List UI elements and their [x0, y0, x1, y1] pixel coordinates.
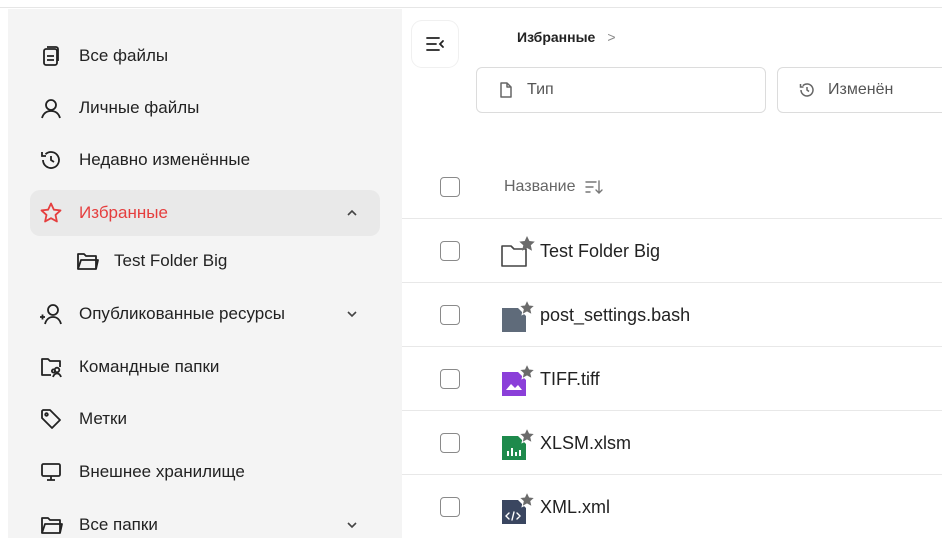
folder-open-icon — [38, 512, 64, 538]
row-checkbox[interactable] — [440, 305, 460, 325]
sidebar-item-label: Все папки — [79, 515, 158, 534]
modified-filter-button[interactable]: Изменён — [777, 67, 942, 113]
table-row[interactable]: XML.xml — [402, 476, 942, 538]
sidebar-item-test-folder-big[interactable]: Test Folder Big — [30, 238, 380, 284]
row-checkbox[interactable] — [440, 241, 460, 261]
share-user-icon — [38, 301, 64, 327]
file-name[interactable]: XML.xml — [540, 497, 610, 518]
sidebar-item-label: Недавно изменённые — [79, 150, 251, 169]
sidebar-item-label: Метки — [79, 409, 127, 428]
folder-icon — [501, 236, 535, 267]
sidebar-item-label: Test Folder Big — [114, 251, 228, 270]
row-checkbox[interactable] — [440, 433, 460, 453]
sidebar-item-recent[interactable]: Недавно изменённые — [30, 137, 380, 183]
sidebar-item-tags[interactable]: Метки — [30, 396, 380, 442]
file-name[interactable]: XLSM.xlsm — [540, 433, 631, 454]
main-content: Избранные > Тип Изменён Название Test Fo… — [402, 9, 942, 538]
sidebar-item-label: Личные файлы — [79, 98, 200, 117]
sidebar-item-favorites[interactable]: Избранные — [30, 190, 380, 236]
sidebar-item-external-storage[interactable]: Внешнее хранилище — [30, 449, 380, 495]
menu-collapse-icon — [426, 37, 444, 51]
monitor-icon — [38, 459, 64, 485]
folder-icon — [74, 248, 100, 274]
sidebar-item-all-files[interactable]: Все файлы — [30, 33, 380, 79]
row-checkbox[interactable] — [440, 369, 460, 389]
spreadsheet-file-icon — [502, 426, 536, 460]
sidebar-item-published[interactable]: Опубликованные ресурсы — [30, 291, 380, 337]
breadcrumb-current[interactable]: Избранные — [517, 29, 595, 45]
table-header: Название — [402, 159, 942, 219]
select-all-checkbox[interactable] — [440, 177, 460, 197]
table-row[interactable]: post_settings.bash — [402, 284, 942, 347]
star-icon — [38, 200, 64, 226]
file-icon — [500, 82, 512, 98]
modified-filter-label: Изменён — [828, 81, 894, 98]
table-row[interactable]: Test Folder Big — [402, 220, 942, 283]
type-filter-label: Тип — [527, 81, 554, 98]
sidebar: Все файлы Личные файлы Недавно изменённы… — [8, 9, 402, 538]
top-border — [0, 0, 942, 8]
files-icon — [38, 43, 64, 69]
toggle-sidebar-button[interactable] — [412, 21, 458, 67]
sidebar-item-all-folders[interactable]: Все папки — [30, 502, 380, 538]
chevron-down-icon[interactable] — [344, 306, 360, 322]
chevron-down-icon[interactable] — [344, 517, 360, 533]
breadcrumb: Избранные > — [517, 29, 616, 45]
breadcrumb-separator: > — [607, 29, 616, 45]
sort-icon — [584, 180, 603, 194]
sidebar-item-personal-files[interactable]: Личные файлы — [30, 85, 380, 131]
sidebar-item-label: Внешнее хранилище — [79, 462, 245, 481]
history-icon — [38, 147, 64, 173]
code-file-icon — [502, 490, 536, 524]
history-icon — [799, 83, 814, 97]
sidebar-item-team-folders[interactable]: Командные папки — [30, 344, 380, 390]
sidebar-item-label: Все файлы — [79, 46, 169, 65]
script-file-icon — [502, 298, 536, 332]
row-checkbox[interactable] — [440, 497, 460, 517]
table-row[interactable]: XLSM.xlsm — [402, 412, 942, 475]
name-column-header[interactable]: Название — [504, 177, 604, 197]
file-name[interactable]: TIFF.tiff — [540, 369, 600, 390]
file-name[interactable]: post_settings.bash — [540, 305, 690, 326]
table-row[interactable]: TIFF.tiff — [402, 348, 942, 411]
sidebar-item-label: Избранные — [79, 203, 168, 222]
chevron-up-icon[interactable] — [344, 205, 360, 221]
name-column-label: Название — [504, 178, 576, 195]
sidebar-item-label: Командные папки — [79, 357, 220, 376]
sidebar-item-label: Опубликованные ресурсы — [79, 304, 285, 323]
image-file-icon — [502, 362, 536, 396]
user-icon — [38, 95, 64, 121]
type-filter-button[interactable]: Тип — [476, 67, 766, 113]
team-folder-icon — [38, 354, 64, 380]
file-name[interactable]: Test Folder Big — [540, 241, 660, 262]
tag-icon — [38, 406, 64, 432]
